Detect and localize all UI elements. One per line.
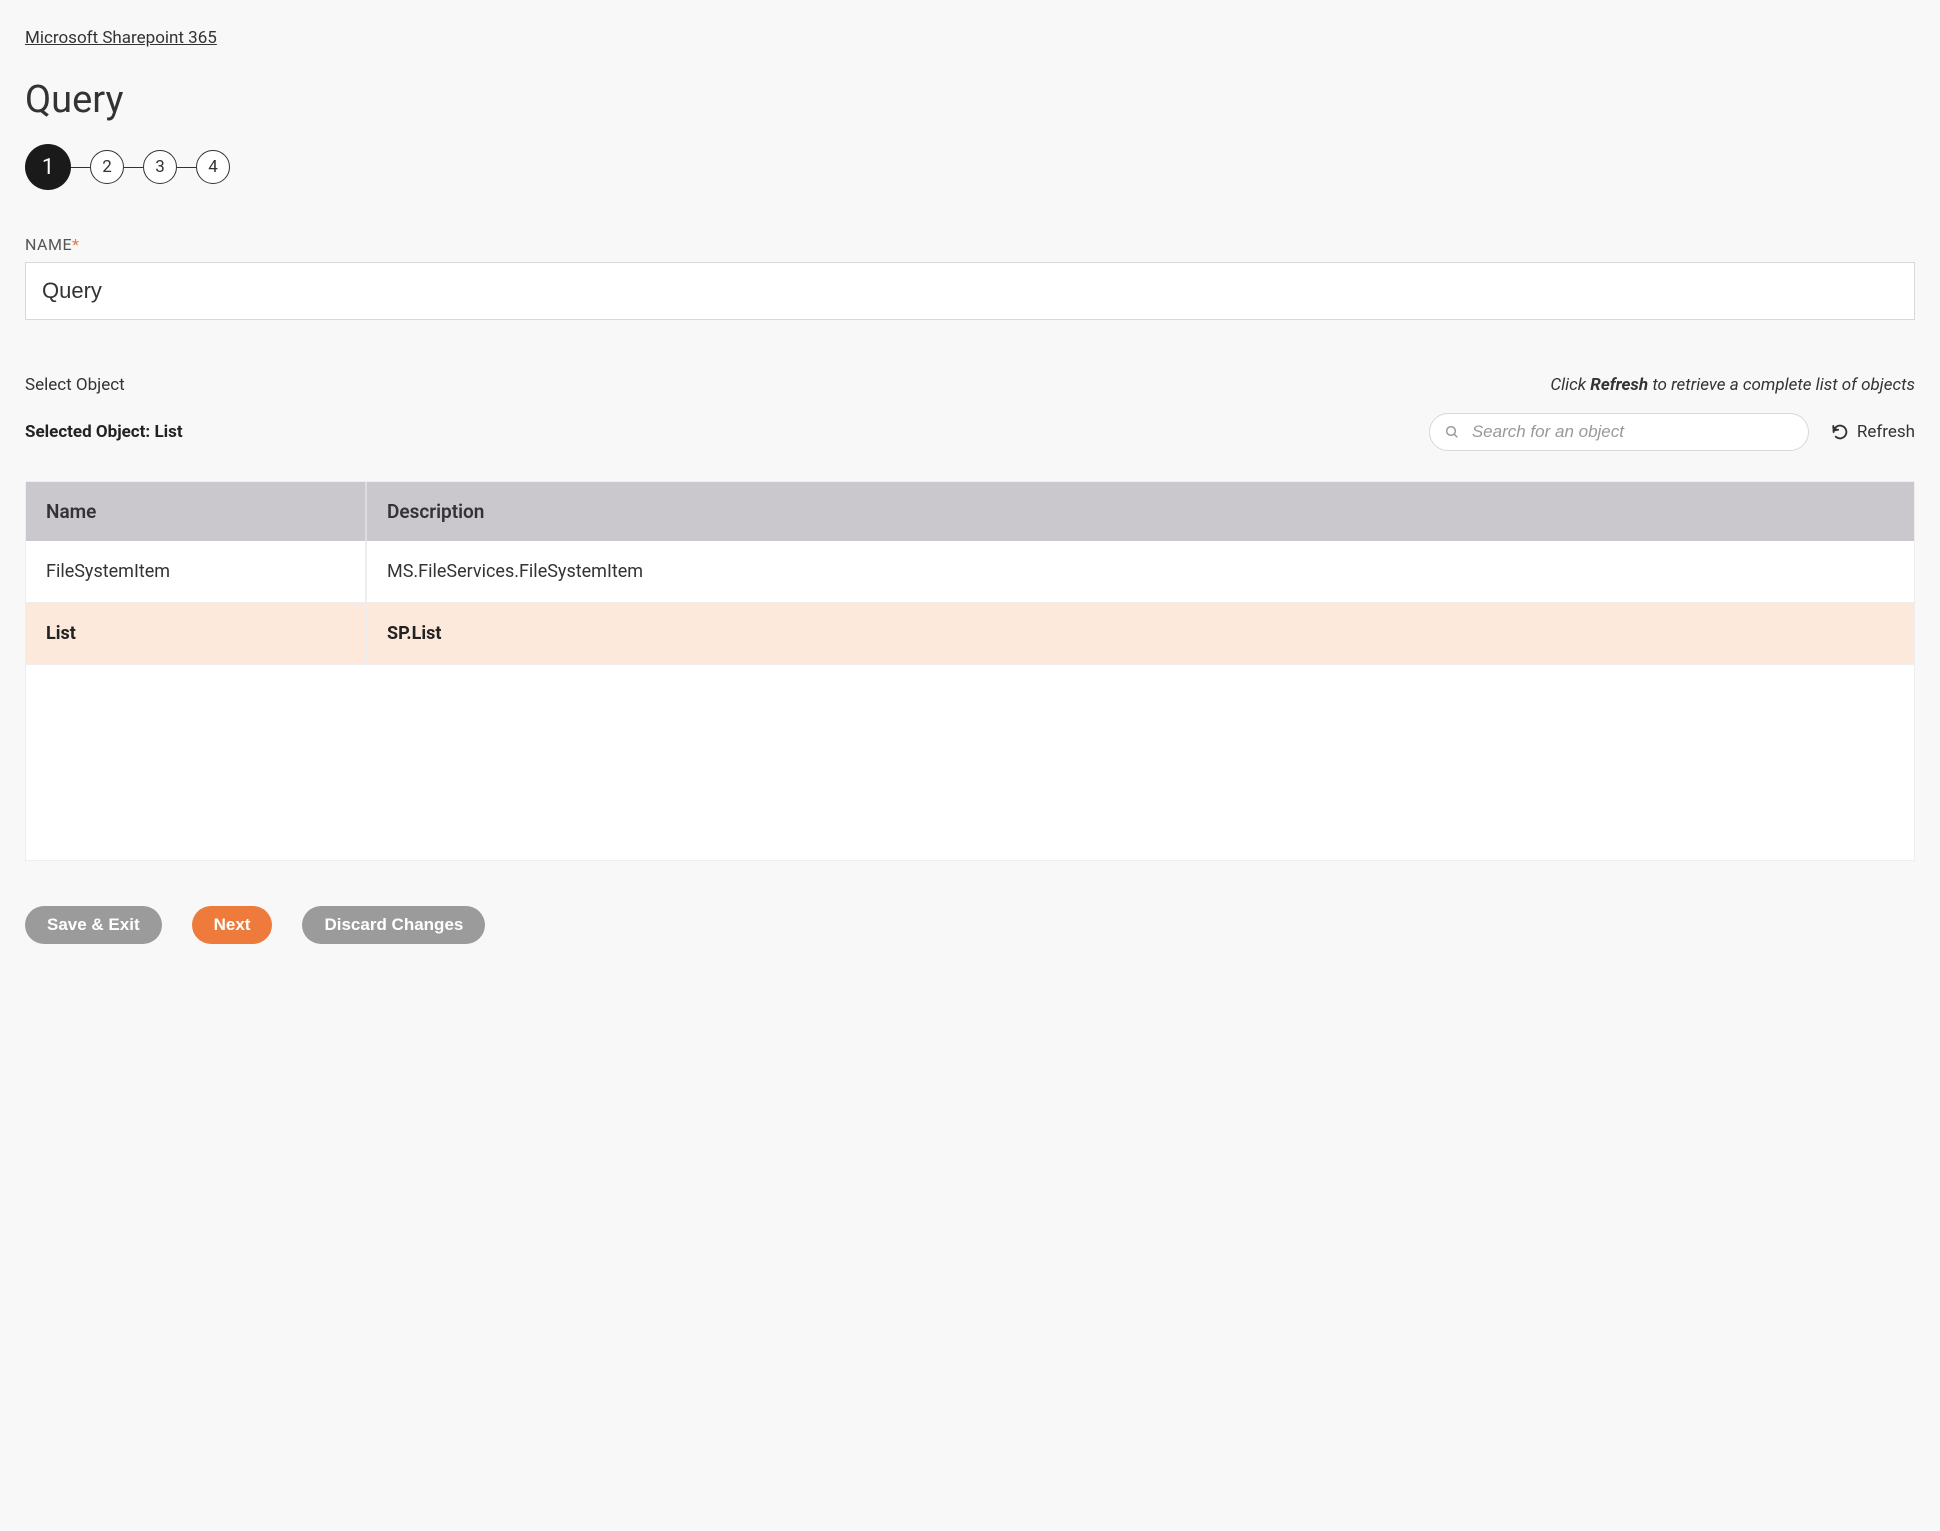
step-connector [124, 167, 143, 168]
search-box[interactable] [1429, 413, 1809, 451]
name-input[interactable] [25, 262, 1915, 320]
selected-object-value: List [154, 422, 182, 442]
search-input[interactable] [1470, 421, 1794, 443]
object-table: Name Description FileSystemItemMS.FileSe… [25, 481, 1915, 861]
page-title: Query [25, 78, 1915, 122]
step-2[interactable]: 2 [90, 150, 124, 184]
breadcrumb-link[interactable]: Microsoft Sharepoint 365 [25, 28, 217, 48]
refresh-icon [1831, 423, 1849, 441]
name-field-label: NAME* [25, 235, 1915, 254]
next-button[interactable]: Next [192, 906, 273, 944]
cell-name: List [26, 603, 366, 665]
cell-description: SP.List [366, 603, 1914, 665]
select-object-label: Select Object [25, 375, 125, 395]
selected-object-text: Selected Object: List [25, 422, 183, 442]
refresh-button[interactable]: Refresh [1831, 422, 1915, 442]
required-asterisk: * [72, 235, 79, 254]
save-exit-button[interactable]: Save & Exit [25, 906, 162, 944]
table-row[interactable]: FileSystemItemMS.FileServices.FileSystem… [26, 541, 1914, 603]
stepper: 1234 [25, 144, 1915, 190]
search-icon [1444, 424, 1460, 440]
refresh-label: Refresh [1857, 422, 1915, 442]
step-3[interactable]: 3 [143, 150, 177, 184]
step-4[interactable]: 4 [196, 150, 230, 184]
hint-prefix: Click [1550, 375, 1590, 395]
table-header-name[interactable]: Name [26, 482, 366, 541]
name-label-text: NAME [25, 235, 72, 254]
table-header-description[interactable]: Description [366, 482, 1914, 541]
hint-bold: Refresh [1590, 375, 1648, 395]
table-row[interactable]: ListSP.List [26, 603, 1914, 665]
discard-changes-button[interactable]: Discard Changes [302, 906, 485, 944]
step-connector [177, 167, 196, 168]
cell-description: MS.FileServices.FileSystemItem [366, 541, 1914, 603]
refresh-hint: Click Refresh to retrieve a complete lis… [1550, 375, 1915, 395]
hint-suffix: to retrieve a complete list of objects [1648, 375, 1915, 395]
step-connector [71, 167, 90, 168]
selected-object-prefix: Selected Object: [25, 422, 154, 442]
cell-name: FileSystemItem [26, 541, 366, 603]
step-1[interactable]: 1 [25, 144, 71, 190]
